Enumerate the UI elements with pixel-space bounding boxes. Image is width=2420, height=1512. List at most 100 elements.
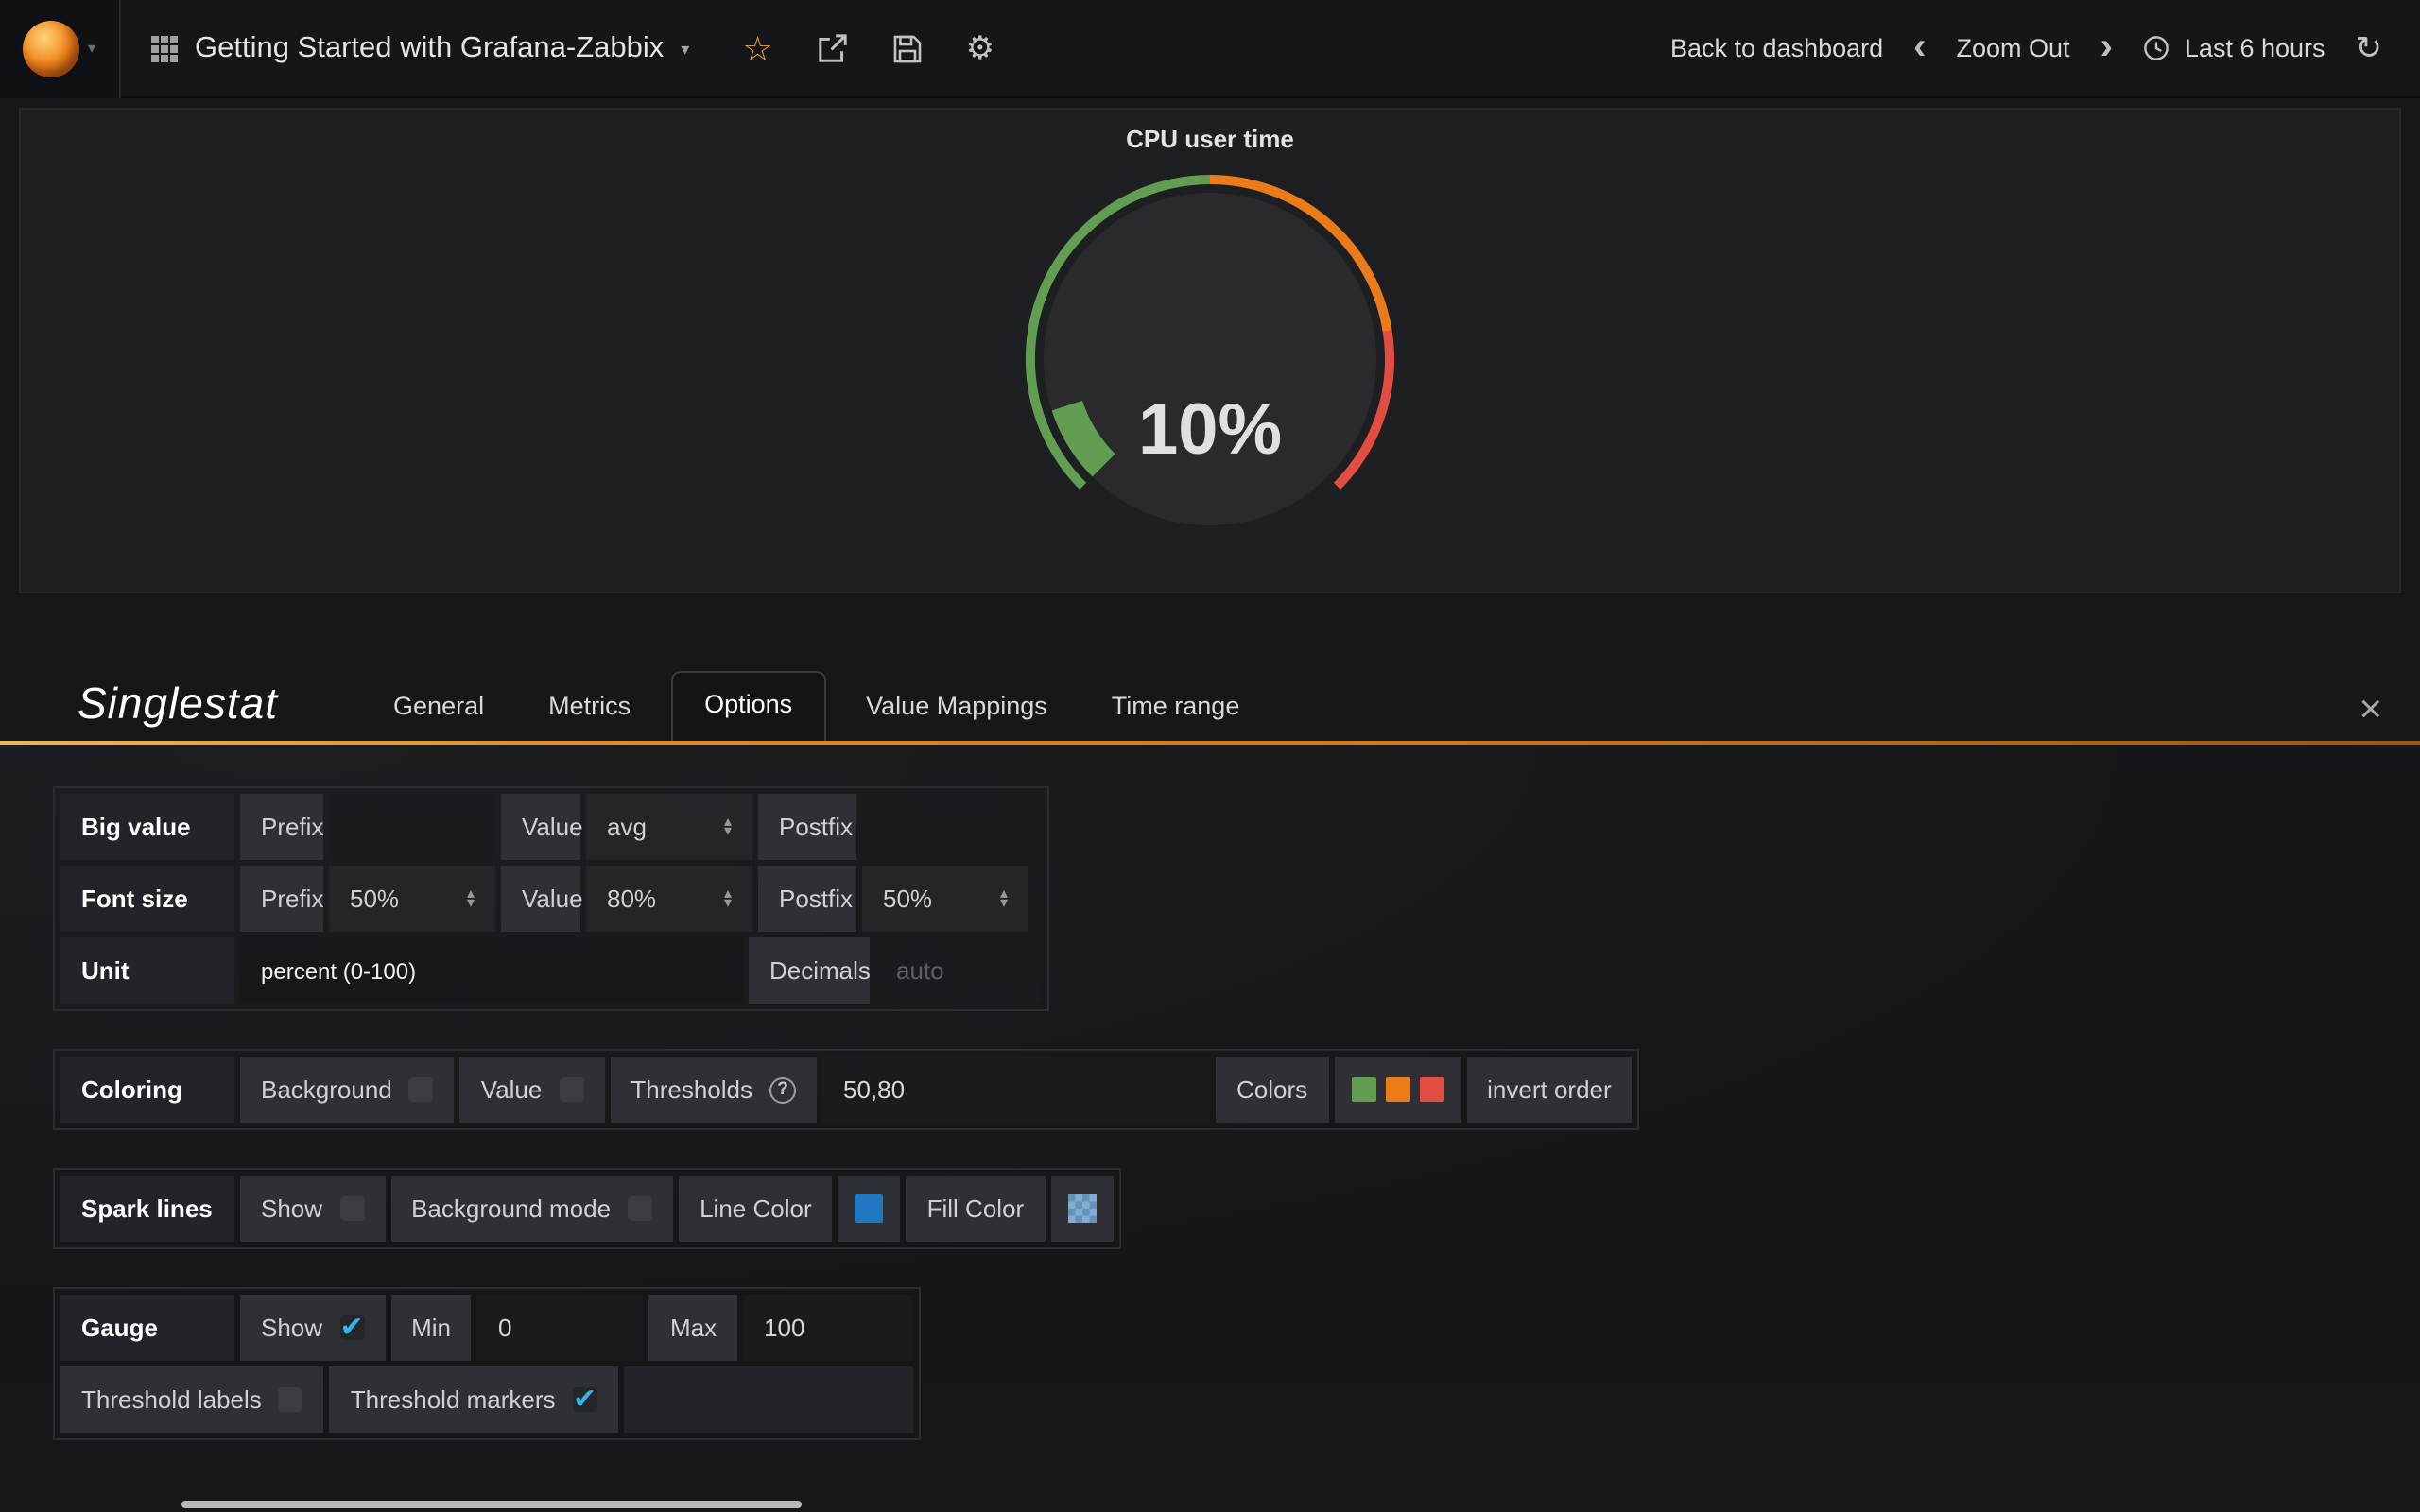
- tab-options[interactable]: Options: [670, 671, 826, 741]
- postfix-label: Postfix: [758, 866, 856, 932]
- background-mode-label: Background mode: [411, 1194, 611, 1223]
- gauge-container: 10%: [21, 164, 2399, 542]
- unit-row-label: Unit: [60, 937, 234, 1004]
- unit-row: Unit percent (0-100) Decimals: [60, 937, 1042, 1004]
- postfix-font-size-select[interactable]: 50% ▴▾: [862, 866, 1028, 932]
- value-stat-selected: avg: [607, 813, 647, 841]
- gauge: 10%: [1011, 164, 1409, 542]
- red-color-swatch[interactable]: [1419, 1077, 1443, 1102]
- threshold-labels-checkbox[interactable]: [279, 1387, 303, 1412]
- editor-header: Singlestat General Metrics Options Value…: [0, 654, 2420, 741]
- spinner-icon: ▴▾: [1000, 889, 1008, 908]
- gauge-show-checkbox[interactable]: ✔: [339, 1315, 364, 1340]
- coloring-row: Coloring Background Value Thresholds ?: [60, 1057, 1633, 1123]
- navbar: ▾ Getting Started with Grafana-Zabbix ▾ …: [0, 0, 2420, 98]
- threshold-display-row: Threshold labels Threshold markers ✔: [60, 1366, 913, 1433]
- value-color-label: Value: [481, 1075, 543, 1104]
- min-label: Min: [390, 1295, 472, 1361]
- threshold-labels-toggle[interactable]: Threshold labels: [60, 1366, 324, 1433]
- value-stat-select[interactable]: avg ▴▾: [586, 794, 752, 860]
- panel-type-title: Singlestat: [78, 679, 278, 741]
- decimals-input[interactable]: [875, 937, 1042, 1004]
- font-size-row: Font size Prefix 50% ▴▾ Value 80% ▴▾ Pos…: [60, 866, 1042, 932]
- threshold-labels-label: Threshold labels: [81, 1385, 262, 1414]
- threshold-color-swatches: [1334, 1057, 1461, 1123]
- tab-general[interactable]: General: [361, 675, 516, 741]
- grafana-app: ▾ Getting Started with Grafana-Zabbix ▾ …: [0, 0, 2420, 1512]
- share-icon[interactable]: [817, 32, 849, 64]
- horizontal-scrollbar[interactable]: [182, 1501, 802, 1508]
- gear-icon[interactable]: ⚙: [966, 32, 995, 64]
- grafana-logo: [24, 20, 80, 77]
- zoom-out-button[interactable]: Zoom Out: [1957, 34, 2070, 62]
- unit-picker[interactable]: percent (0-100): [240, 937, 743, 1004]
- prefix-font-size-select[interactable]: 50% ▴▾: [329, 866, 495, 932]
- prefix-label: Prefix: [240, 794, 323, 860]
- max-label: Max: [649, 1295, 737, 1361]
- gauge-show-toggle[interactable]: Show ✔: [240, 1295, 385, 1361]
- chevron-right-icon[interactable]: ›: [2100, 27, 2113, 65]
- line-color-label: Line Color: [679, 1176, 833, 1242]
- panel-cpu-user-time: CPU user time 10%: [19, 108, 2401, 593]
- background-label: Background: [261, 1075, 392, 1104]
- threshold-markers-label: Threshold markers: [351, 1385, 556, 1414]
- big-value-postfix-input[interactable]: [862, 794, 1028, 860]
- options-form: Big value Prefix Value avg ▴▾ Postfix Fo…: [0, 745, 2420, 1383]
- grafana-menu-button[interactable]: ▾: [0, 0, 121, 97]
- panel-title[interactable]: CPU user time: [21, 110, 2399, 153]
- value-label: Value: [501, 866, 580, 932]
- sparkline-show-checkbox[interactable]: [339, 1196, 364, 1221]
- decimals-label: Decimals: [749, 937, 870, 1004]
- orange-color-swatch[interactable]: [1385, 1077, 1409, 1102]
- threshold-markers-toggle[interactable]: Threshold markers ✔: [330, 1366, 618, 1433]
- threshold-markers-checkbox[interactable]: ✔: [573, 1387, 597, 1412]
- prefix-font-size-selected: 50%: [350, 885, 399, 913]
- tab-time-range[interactable]: Time range: [1080, 675, 1272, 741]
- gauge-options-group: Gauge Show ✔ Min Max Threshold labels: [53, 1287, 921, 1440]
- background-toggle[interactable]: Background: [240, 1057, 455, 1123]
- background-mode-toggle[interactable]: Background mode: [390, 1176, 673, 1242]
- save-icon[interactable]: [892, 33, 923, 63]
- fill-color-swatch[interactable]: [1067, 1194, 1096, 1223]
- green-color-swatch[interactable]: [1351, 1077, 1375, 1102]
- time-range-label: Last 6 hours: [2185, 34, 2325, 62]
- editor-tabs: General Metrics Options Value Mappings T…: [361, 671, 1271, 741]
- help-icon[interactable]: ?: [769, 1076, 796, 1103]
- star-icon[interactable]: ☆: [742, 31, 772, 65]
- tab-metrics[interactable]: Metrics: [516, 675, 663, 741]
- gauge-min-input[interactable]: [477, 1295, 644, 1361]
- value-font-size-select[interactable]: 80% ▴▾: [586, 866, 752, 932]
- chevron-left-icon[interactable]: ‹: [1913, 27, 1926, 65]
- value-color-toggle[interactable]: Value: [460, 1057, 605, 1123]
- prefix-label: Prefix: [240, 866, 323, 932]
- big-value-row-label: Big value: [60, 794, 234, 860]
- fill-color-label: Fill Color: [907, 1176, 1046, 1242]
- close-icon[interactable]: ×: [2359, 690, 2382, 741]
- fill-color-cell: [1050, 1176, 1113, 1242]
- background-mode-checkbox[interactable]: [628, 1196, 652, 1221]
- tab-value-mappings[interactable]: Value Mappings: [834, 675, 1080, 741]
- dashboard-picker[interactable]: Getting Started with Grafana-Zabbix ▾: [121, 0, 719, 97]
- postfix-font-size-selected: 50%: [883, 885, 932, 913]
- sparklines-group: Spark lines Show Background mode Line Co…: [53, 1168, 1120, 1249]
- chevron-down-icon: ▾: [681, 40, 689, 60]
- gauge-show-label: Show: [261, 1314, 322, 1342]
- back-to-dashboard-button[interactable]: Back to dashboard: [1670, 34, 1883, 62]
- gauge-row: Gauge Show ✔ Min Max: [60, 1295, 913, 1361]
- thresholds-input[interactable]: [822, 1057, 1210, 1123]
- line-color-swatch[interactable]: [856, 1194, 884, 1223]
- filler-cell: [624, 1366, 914, 1433]
- value-font-size-selected: 80%: [607, 885, 656, 913]
- value-color-checkbox[interactable]: [559, 1077, 583, 1102]
- background-checkbox[interactable]: [409, 1077, 434, 1102]
- coloring-group: Coloring Background Value Thresholds ?: [53, 1049, 1640, 1130]
- spinner-icon: ▴▾: [467, 889, 475, 908]
- clock-icon: [2143, 34, 2171, 62]
- gauge-max-input[interactable]: [743, 1295, 913, 1361]
- dashboard-area: CPU user time 10%: [0, 98, 2420, 593]
- invert-order-button[interactable]: invert order: [1466, 1057, 1633, 1123]
- sparkline-show-toggle[interactable]: Show: [240, 1176, 385, 1242]
- refresh-icon[interactable]: ↻: [2356, 32, 2383, 64]
- big-value-prefix-input[interactable]: [329, 794, 495, 860]
- time-range-picker[interactable]: Last 6 hours: [2143, 34, 2325, 62]
